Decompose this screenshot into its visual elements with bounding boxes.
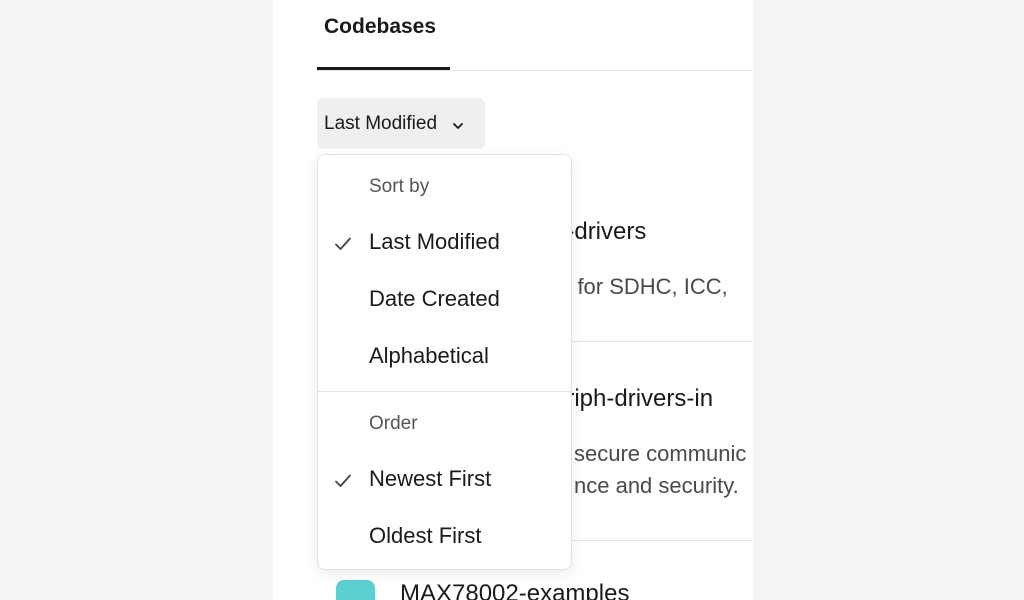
tab-bar: Codebases <box>317 0 753 71</box>
codebase-description: secure communic <box>574 441 747 466</box>
codebase-description: rs for SDHC, ICC, <box>553 274 728 299</box>
codebase-icon <box>336 580 375 600</box>
codebase-title[interactable]: eriph-drivers-in <box>553 385 713 413</box>
sort-by-heading: Sort by <box>369 176 430 197</box>
sort-button-label: Last Modified <box>324 112 438 134</box>
menu-item-label: Newest First <box>369 466 492 491</box>
sort-dropdown-button[interactable]: Last Modified <box>317 98 485 149</box>
menu-item-newest-first[interactable]: Newest First <box>318 454 571 504</box>
menu-item-last-modified[interactable]: Last Modified <box>318 217 571 267</box>
menu-item-label: Date Created <box>369 286 500 311</box>
codebase-title[interactable]: MAX78002-examples <box>400 580 629 600</box>
check-icon <box>334 470 352 488</box>
codebase-description: nce and security. <box>574 473 739 498</box>
menu-item-date-created[interactable]: Date Created <box>318 274 571 324</box>
menu-item-alphabetical[interactable]: Alphabetical <box>318 331 571 381</box>
sort-menu: Sort by Last Modified Date Created Alpha… <box>317 154 572 570</box>
menu-divider <box>318 391 571 392</box>
chevron-down-icon <box>451 117 465 131</box>
order-heading: Order <box>369 413 418 434</box>
check-icon <box>334 233 352 251</box>
menu-item-label: Alphabetical <box>369 343 489 368</box>
tab-codebases[interactable]: Codebases <box>317 0 450 70</box>
menu-item-label: Last Modified <box>369 229 500 254</box>
menu-item-label: Oldest First <box>369 523 482 548</box>
menu-item-oldest-first[interactable]: Oldest First <box>318 511 571 561</box>
